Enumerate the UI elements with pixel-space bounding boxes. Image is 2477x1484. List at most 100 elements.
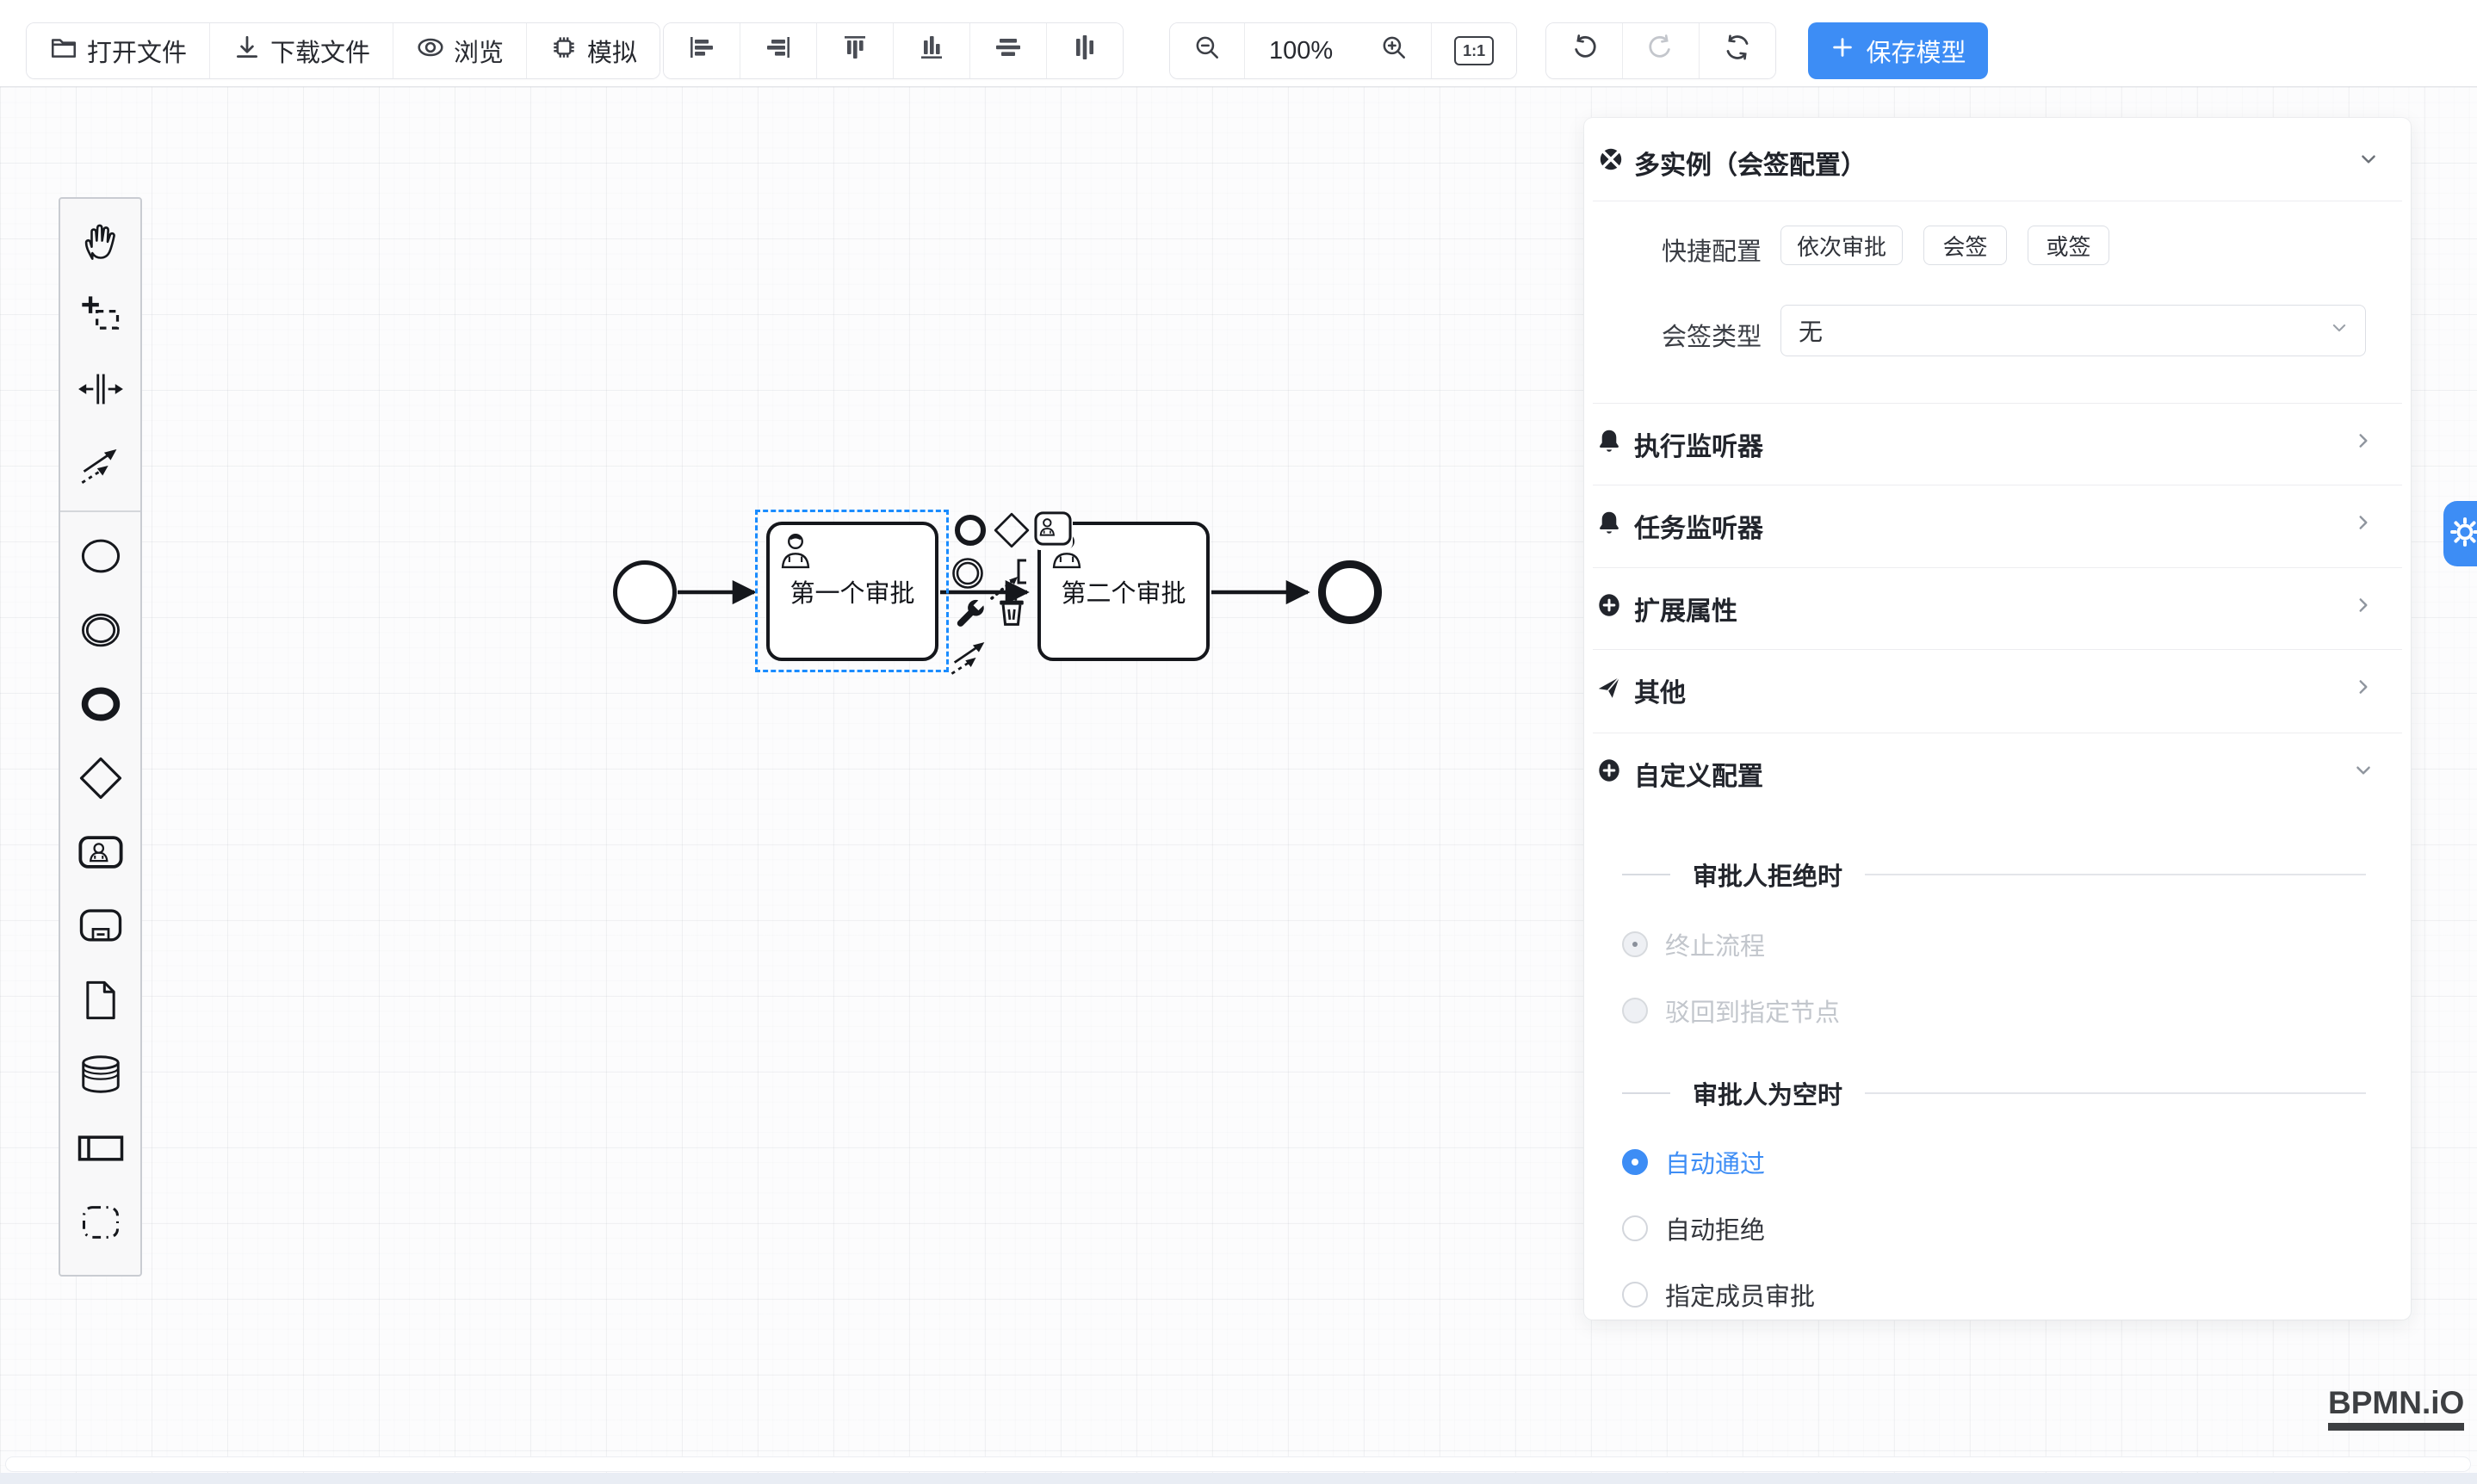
settings-tab[interactable]	[2443, 501, 2477, 566]
chevron-down-icon	[2350, 757, 2376, 790]
quick-config-orsign-button[interactable]: 或签	[2028, 226, 2109, 265]
align-right-button[interactable]	[740, 23, 817, 78]
user-task-icon	[1033, 510, 1073, 551]
sign-type-select[interactable]: 无	[1780, 305, 2366, 356]
plus-circle-icon	[1595, 756, 1624, 792]
create-sub-process[interactable]	[60, 891, 140, 965]
connect-icon	[78, 441, 123, 490]
chevron-down-icon	[2356, 146, 2381, 179]
create-gateway[interactable]	[60, 743, 140, 817]
redo-button[interactable]	[1623, 23, 1700, 78]
create-intermediate-event[interactable]	[60, 595, 140, 669]
quick-config-label: 快捷配置	[1584, 232, 1762, 268]
pad-append-user-task[interactable]	[1033, 510, 1073, 550]
empty-section-title: 审批人为空时	[1622, 1076, 2366, 1110]
lasso-icon	[78, 293, 123, 342]
download-file-button[interactable]: 下载文件	[210, 23, 393, 78]
start-event-icon	[78, 534, 123, 583]
pad-connect-tool[interactable]	[947, 634, 992, 679]
align-right-icon	[763, 32, 794, 70]
radio-assign-member[interactable]: 指定成员审批	[1622, 1277, 1815, 1312]
section-label: 任务监听器	[1634, 507, 1763, 545]
align-left-button[interactable]	[664, 23, 740, 78]
radio-label: 指定成员审批	[1665, 1277, 1815, 1313]
wrench-icon	[952, 595, 988, 635]
zoom-button-group: 100% 1:1	[1169, 22, 1517, 79]
one-to-one-icon: 1:1	[1454, 36, 1494, 65]
radio-return-to-node[interactable]: 驳回到指定节点	[1622, 993, 1840, 1028]
zoom-in-button[interactable]	[1357, 23, 1432, 78]
section-label: 扩展属性	[1634, 590, 1737, 628]
radio-icon	[1622, 1215, 1648, 1241]
global-connect-tool[interactable]	[60, 428, 140, 502]
pad-delete[interactable]	[992, 593, 1031, 633]
create-group[interactable]	[60, 1187, 140, 1261]
radio-icon	[1622, 931, 1648, 957]
align-bottom-button[interactable]	[894, 23, 970, 78]
create-start-event[interactable]	[60, 521, 140, 595]
reset-button[interactable]	[1700, 23, 1775, 78]
chevron-right-icon	[2350, 510, 2376, 542]
align-top-button[interactable]	[817, 23, 894, 78]
zoom-out-button[interactable]	[1170, 23, 1245, 78]
radio-terminate-process[interactable]: 终止流程	[1622, 927, 1765, 962]
multi-instance-icon	[1596, 145, 1626, 181]
zoom-reset-button[interactable]: 1:1	[1432, 23, 1516, 78]
align-top-icon	[839, 32, 870, 70]
section-task-listener[interactable]: 任务监听器	[1584, 485, 2411, 566]
section-other[interactable]: 其他	[1584, 649, 2411, 731]
zoom-out-icon	[1192, 33, 1222, 69]
simulate-button[interactable]: 模拟	[527, 23, 660, 78]
save-model-button[interactable]: 保存模型	[1808, 22, 1988, 79]
bpmn-io-logo[interactable]: BPMN.iO	[2328, 1385, 2464, 1431]
create-data-store[interactable]	[60, 1039, 140, 1113]
space-icon	[78, 367, 123, 416]
quick-config-countersign-button[interactable]: 会签	[1923, 226, 2007, 265]
section-execution-listener[interactable]: 执行监听器	[1584, 403, 2411, 485]
title-text: 审批人为空时	[1693, 1075, 1842, 1111]
palette-separator	[60, 510, 140, 512]
create-participant[interactable]	[60, 1113, 140, 1187]
simulate-label: 模拟	[587, 33, 637, 69]
create-data-object[interactable]	[60, 965, 140, 1039]
hand-tool[interactable]	[60, 206, 140, 280]
participant-icon	[77, 1124, 125, 1177]
pad-append-end-event[interactable]	[951, 512, 990, 552]
start-event-shape[interactable]	[613, 560, 677, 624]
create-end-event[interactable]	[60, 669, 140, 743]
intermediate-event-icon	[78, 608, 123, 657]
create-user-task[interactable]	[60, 817, 140, 891]
gear-icon	[2448, 515, 2477, 553]
browse-button[interactable]: 浏览	[393, 23, 527, 78]
align-middle-horizontal-button[interactable]	[970, 23, 1047, 78]
align-middle-vertical-button[interactable]	[1047, 23, 1123, 78]
section-extended-properties[interactable]: 扩展属性	[1584, 567, 2411, 649]
space-tool[interactable]	[60, 354, 140, 428]
align-middle-vertical-icon	[1069, 32, 1100, 70]
open-file-button[interactable]: 打开文件	[27, 23, 210, 78]
bottom-strip	[0, 1473, 2477, 1484]
data-object-icon	[78, 978, 123, 1027]
radio-icon	[1622, 998, 1648, 1023]
toolbar: 打开文件 下载文件 浏览 模拟	[0, 0, 2477, 86]
horizontal-scrollbar[interactable]	[5, 1456, 2471, 1472]
plus-circle-icon	[1595, 591, 1624, 627]
undo-button[interactable]	[1546, 23, 1623, 78]
hand-icon	[78, 219, 123, 268]
lasso-tool[interactable]	[60, 280, 140, 354]
end-event-shape[interactable]	[1318, 560, 1382, 624]
quick-config-sequential-button[interactable]: 依次审批	[1780, 226, 1903, 265]
section-label: 自定义配置	[1634, 755, 1763, 793]
open-file-label: 打开文件	[87, 33, 187, 69]
section-custom-config[interactable]: 自定义配置	[1584, 733, 2411, 814]
connect-icon	[947, 633, 992, 682]
sign-type-value: 无	[1799, 313, 1823, 348]
radio-auto-pass[interactable]: 自动通过	[1622, 1145, 1765, 1179]
chevron-down-icon	[2327, 316, 2351, 346]
radio-auto-reject[interactable]: 自动拒绝	[1622, 1211, 1765, 1246]
multi-instance-header[interactable]: 多实例（会签配置）	[1596, 139, 2381, 187]
end-event-icon	[951, 511, 989, 553]
pad-replace-tool[interactable]	[951, 595, 990, 634]
pad-append-gateway[interactable]	[992, 512, 1031, 552]
align-left-icon	[686, 32, 717, 70]
